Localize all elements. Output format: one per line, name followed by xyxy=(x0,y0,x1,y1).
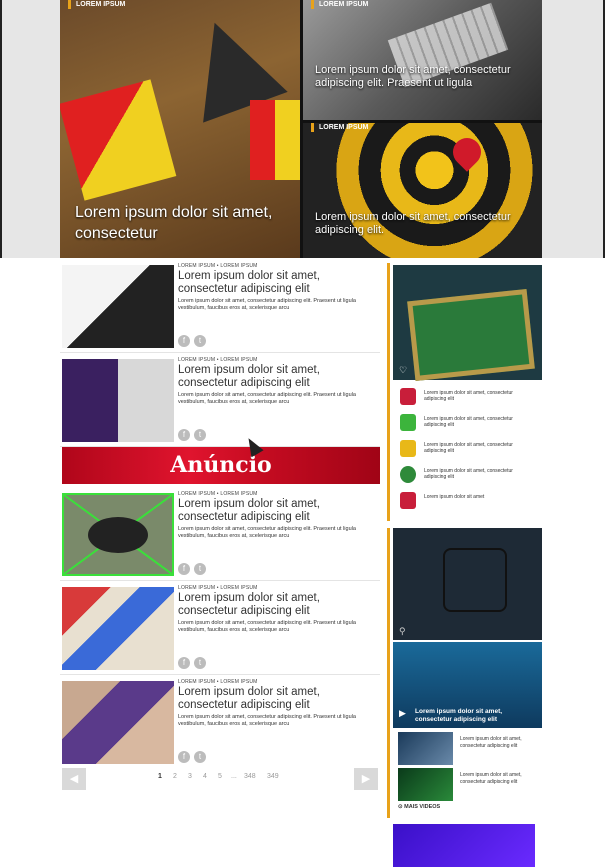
video-list-item[interactable]: Lorem ipsum dolor sit amet, consectetur … xyxy=(398,768,542,802)
sidebar-list-box: ♡ Lorem ipsum dolor sit amet, consectetu… xyxy=(387,263,545,521)
article-thumbnail[interactable] xyxy=(62,359,174,442)
facebook-icon[interactable]: f xyxy=(178,751,190,763)
sidebar-list-item[interactable]: Lorem ipsum dolor sit amet xyxy=(400,490,540,512)
article-thumbnail[interactable] xyxy=(62,265,174,348)
hero-tag: LOREM IPSUM xyxy=(311,0,368,9)
hero-top-right-tile[interactable]: LOREM IPSUM Lorem ipsum dolor sit amet, … xyxy=(303,0,542,120)
twitter-icon[interactable]: t xyxy=(194,563,206,575)
js-icon xyxy=(400,440,416,457)
article-title[interactable]: Lorem ipsum dolor sit amet, consectetur … xyxy=(178,364,378,390)
article-thumbnail[interactable] xyxy=(62,681,174,764)
article-description: Lorem ipsum dolor sit amet, consectetur … xyxy=(178,392,356,405)
more-videos-label: MAIS VIDEOS xyxy=(404,804,441,810)
sidebar-list-item[interactable]: Lorem ipsum dolor sit amet, consectetur … xyxy=(400,464,540,486)
article-title[interactable]: Lorem ipsum dolor sit amet, consectetur … xyxy=(178,498,378,524)
crossed-out-icon xyxy=(63,494,173,575)
video-title: Lorem ipsum dolor sit amet, consectetur … xyxy=(460,736,522,749)
featured-video[interactable]: ▶ Lorem ipsum dolor sit amet, consectetu… xyxy=(393,642,542,728)
sidebar-video-box: ⚲ ▶ Lorem ipsum dolor sit amet, consecte… xyxy=(387,528,545,818)
list-item[interactable]: LOREM IPSUM • LOREM IPSUM Lorem ipsum do… xyxy=(60,580,380,675)
page-ellipsis: ... xyxy=(231,773,237,780)
more-videos-link[interactable]: ⊙ MAIS VIDEOS xyxy=(398,804,440,810)
next-page-button[interactable]: ▶ xyxy=(354,768,378,790)
page-link[interactable]: 1 xyxy=(158,773,162,780)
hero-main-tile[interactable]: LOREM IPSUM Lorem ipsum dolor sit amet, … xyxy=(60,0,300,258)
article-meta: LOREM IPSUM • LOREM IPSUM xyxy=(178,263,258,269)
article-meta: LOREM IPSUM • LOREM IPSUM xyxy=(178,585,258,591)
sidebar-item-text: Lorem ipsum dolor sit amet, consectetur … xyxy=(424,390,513,402)
list-item[interactable]: LOREM IPSUM • LOREM IPSUM Lorem ipsum do… xyxy=(60,674,380,769)
video-thumbnail[interactable]: ⚲ xyxy=(393,528,542,640)
hero-tag: LOREM IPSUM xyxy=(311,123,368,132)
article-title[interactable]: Lorem ipsum dolor sit amet, consectetur … xyxy=(178,592,378,618)
list-item[interactable]: LOREM IPSUM • LOREM IPSUM Lorem ipsum do… xyxy=(60,486,380,581)
twitter-icon[interactable]: t xyxy=(194,429,206,441)
hero-tag: LOREM IPSUM xyxy=(68,0,125,9)
article-description: Lorem ipsum dolor sit amet, consectetur … xyxy=(178,714,356,727)
prev-page-button[interactable]: ◀ xyxy=(62,768,86,790)
article-description: Lorem ipsum dolor sit amet, consectetur … xyxy=(178,620,356,633)
page-link[interactable]: 4 xyxy=(203,773,207,780)
play-icon[interactable]: ▶ xyxy=(399,708,406,719)
sidebar-item-text: Lorem ipsum dolor sit amet xyxy=(424,494,485,500)
sidebar-list-item[interactable]: Lorem ipsum dolor sit amet, consectetur … xyxy=(400,386,540,408)
sidebar-item-text: Lorem ipsum dolor sit amet, consectetur … xyxy=(424,416,513,428)
article-title[interactable]: Lorem ipsum dolor sit amet, consectetur … xyxy=(178,270,378,296)
video-list-item[interactable]: Lorem ipsum dolor sit amet, consectetur … xyxy=(398,732,542,766)
list-item[interactable]: LOREM IPSUM • LOREM IPSUM Lorem ipsum do… xyxy=(60,258,380,353)
page-link[interactable]: 5 xyxy=(218,773,222,780)
sidebar-purple-banner[interactable] xyxy=(393,824,535,867)
page-link[interactable]: 348 xyxy=(244,773,256,780)
twitter-icon[interactable]: t xyxy=(194,657,206,669)
sidebar-item-text: Lorem ipsum dolor sit amet, consectetur … xyxy=(424,442,513,454)
main-content: LOREM IPSUM • LOREM IPSUM Lorem ipsum do… xyxy=(0,258,605,867)
video-thumbnail[interactable] xyxy=(398,768,453,801)
article-meta: LOREM IPSUM • LOREM IPSUM xyxy=(178,679,258,685)
article-description: Lorem ipsum dolor sit amet, consectetur … xyxy=(178,298,356,311)
sidebar-list-item[interactable]: Lorem ipsum dolor sit amet, consectetur … xyxy=(400,438,540,460)
chalkboard-image xyxy=(407,288,535,382)
article-meta: LOREM IPSUM • LOREM IPSUM xyxy=(178,357,258,363)
article-description: Lorem ipsum dolor sit amet, consectetur … xyxy=(178,526,356,539)
twitter-icon[interactable]: t xyxy=(194,751,206,763)
list-item[interactable]: LOREM IPSUM • LOREM IPSUM Lorem ipsum do… xyxy=(60,352,380,447)
pagination: ◀ 1 2 3 4 5 ... 348 349 ▶ xyxy=(60,766,380,791)
article-thumbnail[interactable] xyxy=(62,493,174,576)
camera-image xyxy=(443,548,507,612)
heart-dart-image xyxy=(447,132,487,172)
app-icon xyxy=(400,388,416,405)
cube-image xyxy=(250,100,300,180)
app-icon xyxy=(400,492,416,509)
page-link[interactable]: 3 xyxy=(188,773,192,780)
article-meta: LOREM IPSUM • LOREM IPSUM xyxy=(178,491,258,497)
facebook-icon[interactable]: f xyxy=(178,657,190,669)
twitter-icon[interactable]: t xyxy=(194,335,206,347)
video-title: Lorem ipsum dolor sit amet, consectetur … xyxy=(460,772,522,785)
video-thumbnail[interactable] xyxy=(398,732,453,765)
page-link[interactable]: 2 xyxy=(173,773,177,780)
hero-bottom-right-tile[interactable]: LOREM IPSUM Lorem ipsum dolor sit amet, … xyxy=(303,123,542,258)
video-caption: Lorem ipsum dolor sit amet, consectetur … xyxy=(415,708,503,723)
article-thumbnail[interactable] xyxy=(62,587,174,670)
heart-icon[interactable]: ♡ xyxy=(399,365,407,376)
globe-icon xyxy=(400,466,416,483)
sidebar-featured-image[interactable]: ♡ xyxy=(393,265,542,382)
article-title[interactable]: Lorem ipsum dolor sit amet, consectetur … xyxy=(178,686,378,712)
search-icon[interactable]: ⚲ xyxy=(399,626,406,637)
sidebar-item-text: Lorem ipsum dolor sit amet, consectetur … xyxy=(424,468,513,480)
hero-main-caption: Lorem ipsum dolor sit amet, consectetur xyxy=(75,204,273,242)
page-link[interactable]: 349 xyxy=(267,773,279,780)
facebook-icon[interactable]: f xyxy=(178,335,190,347)
hero-top-right-caption: Lorem ipsum dolor sit amet, consectetur … xyxy=(315,64,511,89)
app-icon xyxy=(400,414,416,431)
facebook-icon[interactable]: f xyxy=(178,563,190,575)
hero-grid: LOREM IPSUM Lorem ipsum dolor sit amet, … xyxy=(60,0,542,258)
facebook-icon[interactable]: f xyxy=(178,429,190,441)
advertisement-banner[interactable]: Anúncio xyxy=(62,447,380,484)
rubiks-cube-image xyxy=(60,79,177,201)
sidebar-list-item[interactable]: Lorem ipsum dolor sit amet, consectetur … xyxy=(400,412,540,434)
hero-bottom-right-caption: Lorem ipsum dolor sit amet, consectetur … xyxy=(315,211,511,236)
